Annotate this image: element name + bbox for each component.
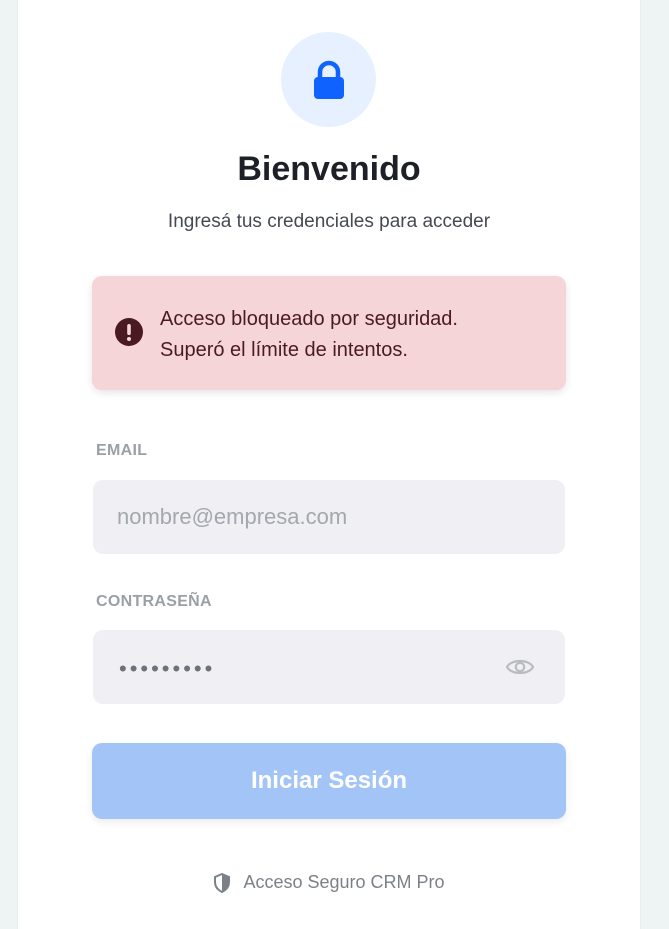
eye-icon[interactable] bbox=[505, 654, 535, 680]
email-label: EMAIL bbox=[96, 442, 148, 459]
page-title: Bienvenido bbox=[237, 150, 421, 188]
lock-badge bbox=[281, 32, 376, 127]
footer-text: Acceso Seguro CRM Pro bbox=[243, 872, 445, 892]
alert-line-2: Superó el límite de intentos. bbox=[160, 339, 408, 361]
email-input[interactable] bbox=[93, 480, 565, 554]
shield-icon bbox=[214, 872, 231, 893]
email-field-wrapper bbox=[93, 480, 565, 554]
alert-exclamation-icon bbox=[115, 318, 143, 346]
error-alert: Acceso bloqueado por seguridad. Superó e… bbox=[92, 276, 566, 390]
login-button[interactable]: Iniciar Sesión bbox=[92, 743, 566, 819]
password-label: CONTRASEÑA bbox=[96, 593, 212, 610]
password-field[interactable]: ••••••••• bbox=[93, 630, 565, 704]
login-card: Bienvenido Ingresá tus credenciales para… bbox=[18, 0, 640, 929]
alert-message: Acceso bloqueado por seguridad. Superó e… bbox=[160, 304, 560, 366]
lock-icon bbox=[313, 60, 344, 99]
alert-line-1: Acceso bloqueado por seguridad. bbox=[160, 308, 458, 330]
password-masked-value: ••••••••• bbox=[119, 656, 216, 681]
page-subtitle: Ingresá tus credenciales para acceder bbox=[167, 211, 491, 232]
security-footer: Acceso Seguro CRM Pro bbox=[18, 872, 640, 893]
